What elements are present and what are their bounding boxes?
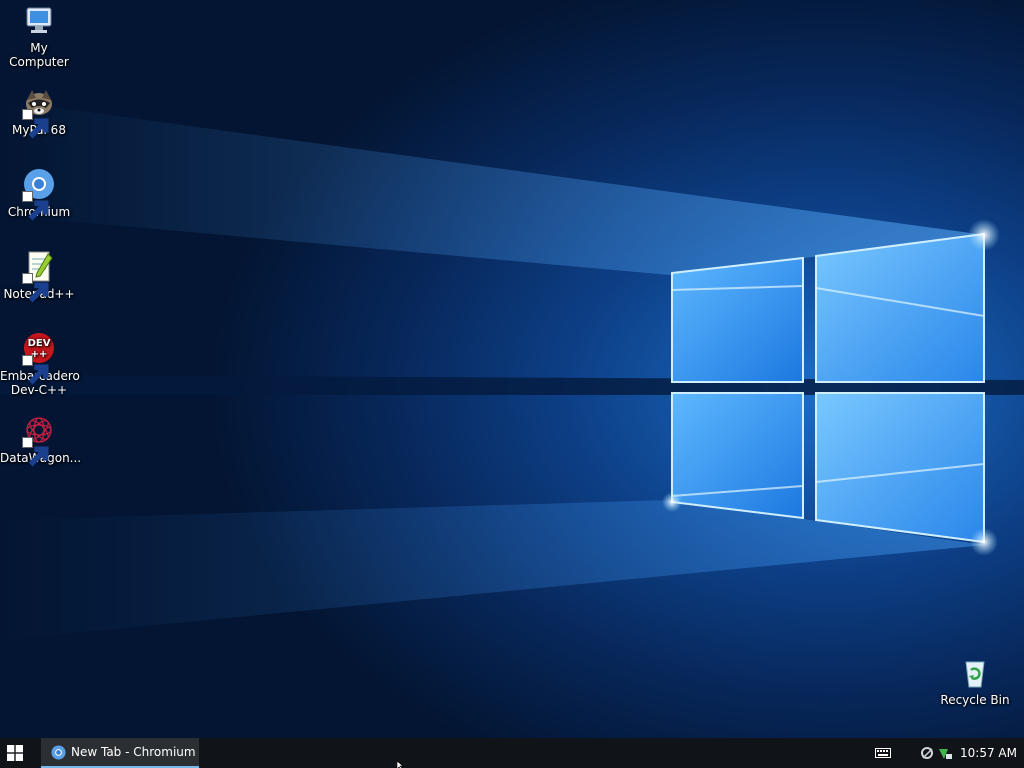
desktop-icon-dev-cpp[interactable]: DEV ++ Embarcadero Dev-C++ — [0, 332, 80, 397]
taskbar-app-chromium[interactable]: New Tab - Chromium — [41, 738, 199, 768]
mypal-icon — [22, 86, 56, 139]
recycle-bin-icon — [958, 656, 992, 690]
desktop-icon-notepad-plus-plus[interactable]: Notepad++ — [0, 250, 78, 303]
shortcut-arrow-icon — [22, 437, 49, 467]
chromium-icon — [22, 168, 56, 221]
shortcut-arrow-icon — [22, 273, 49, 303]
dev-cpp-icon: DEV ++ — [22, 332, 56, 385]
mouse-cursor-icon — [397, 761, 404, 768]
windows-logo-icon — [7, 745, 23, 761]
desktop-icon-mypal[interactable]: MyPal 68 — [0, 86, 78, 139]
tray-network-icon[interactable] — [920, 745, 954, 761]
desktop-icon-label: Recycle Bin — [940, 693, 1010, 707]
datawagon-icon — [22, 414, 56, 467]
computer-icon — [22, 4, 56, 38]
notepad-plus-plus-icon — [22, 250, 56, 303]
shortcut-arrow-icon — [22, 355, 49, 385]
desktop-icon-my-computer[interactable]: My Computer — [0, 4, 78, 69]
keyboard-icon[interactable] — [875, 748, 891, 758]
taskbar: New Tab - Chromium 10:57 AM — [0, 738, 1024, 768]
desktop-icon-recycle-bin[interactable]: Recycle Bin — [936, 656, 1014, 707]
desktop-icon-label: My Computer — [9, 41, 69, 69]
taskbar-clock[interactable]: 10:57 AM — [960, 738, 1017, 768]
taskbar-app-title: New Tab - Chromium — [71, 745, 196, 759]
wallpaper — [0, 100, 1024, 640]
dev-cpp-badge-top: DEV — [28, 338, 51, 349]
chromium-icon — [51, 744, 66, 760]
desktop-icon-datawagon[interactable]: DataWagon... — [0, 414, 81, 467]
desktop-icon-chromium[interactable]: Chromium — [0, 168, 78, 221]
shortcut-arrow-icon — [22, 109, 49, 139]
desktop[interactable]: My Computer MyPal 68 Chromium Notepad++ … — [0, 0, 1024, 738]
start-button[interactable] — [0, 738, 30, 768]
shortcut-arrow-icon — [22, 191, 49, 221]
